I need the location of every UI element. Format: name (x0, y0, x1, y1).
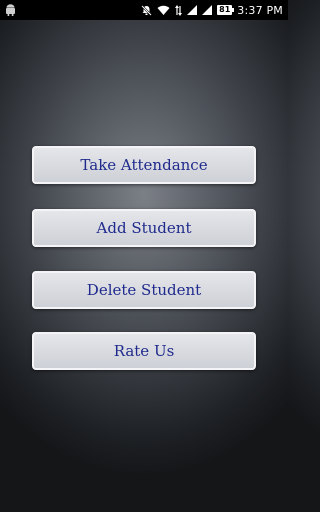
mute-icon (141, 4, 152, 16)
signal-icon (187, 5, 198, 15)
wifi-icon (157, 5, 170, 15)
android-icon (5, 4, 16, 16)
status-time: 3:37 PM (237, 3, 283, 17)
add-student-button[interactable]: Add Student (32, 209, 256, 247)
battery-icon: 81 (217, 5, 235, 15)
signal-icon (202, 5, 213, 15)
delete-student-button[interactable]: Delete Student (32, 271, 256, 309)
rate-us-button[interactable]: Rate Us (32, 332, 256, 370)
data-icon (175, 4, 183, 16)
take-attendance-button[interactable]: Take Attendance (32, 146, 256, 184)
status-bar: 81 3:37 PM (0, 0, 288, 20)
